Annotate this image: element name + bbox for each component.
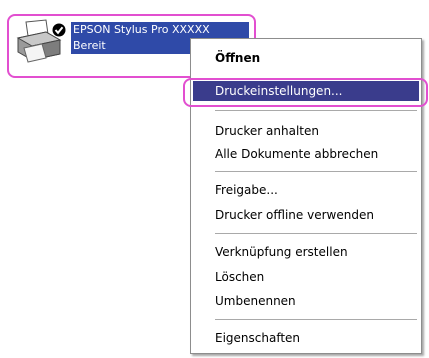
menu-separator: [215, 233, 417, 235]
menu-item-rename[interactable]: Umbenennen: [215, 293, 296, 309]
menu-separator: [215, 110, 417, 112]
menu-item-properties[interactable]: Eigenschaften: [215, 330, 300, 346]
menu-item-pause-printer[interactable]: Drucker anhalten: [215, 123, 319, 139]
menu-item-cancel-all[interactable]: Alle Dokumente abbrechen: [215, 146, 378, 162]
menu-item-create-shortcut[interactable]: Verknüpfung erstellen: [215, 244, 348, 260]
menu-separator: [215, 319, 417, 321]
menu-item-use-offline[interactable]: Drucker offline verwenden: [215, 207, 374, 223]
menu-item-delete[interactable]: Löschen: [215, 269, 264, 285]
menu-item-sharing[interactable]: Freigabe...: [215, 182, 278, 198]
print-settings-highlight-outline: [183, 78, 428, 107]
menu-separator: [215, 171, 417, 173]
menu-item-open[interactable]: Öffnen: [215, 50, 260, 66]
